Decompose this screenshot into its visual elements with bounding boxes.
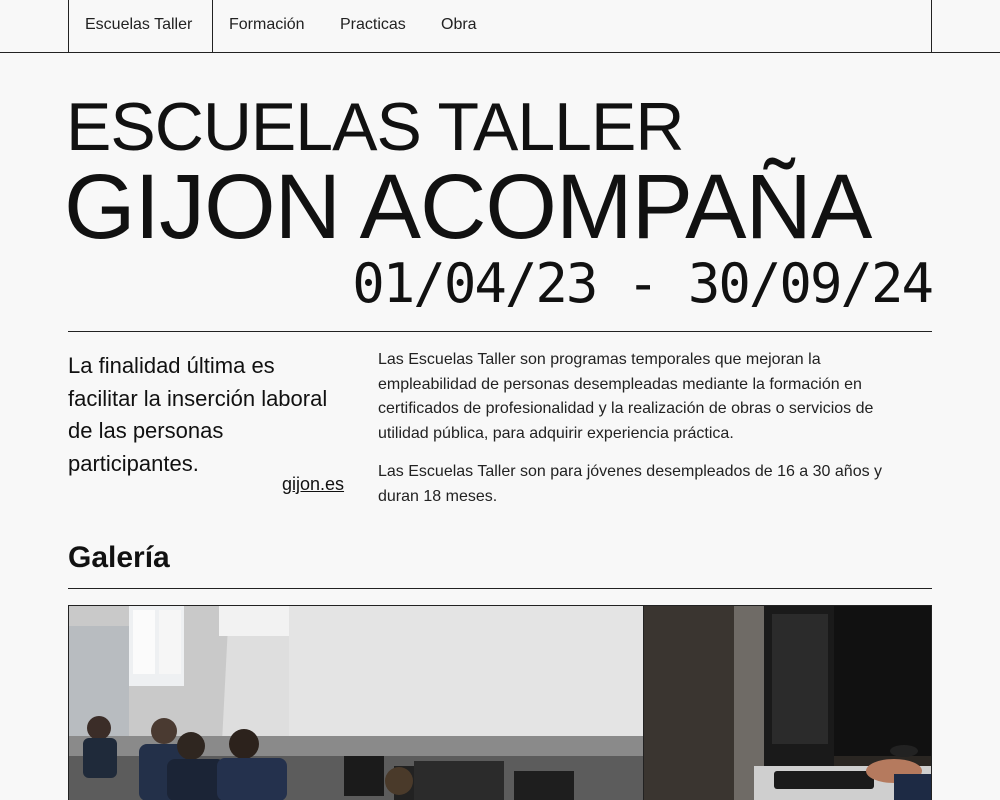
nav-divider xyxy=(212,0,213,52)
nav-divider xyxy=(68,0,69,52)
nav-divider xyxy=(931,0,932,52)
nav-item-formacion[interactable]: Formación xyxy=(229,16,305,34)
gallery xyxy=(68,605,932,800)
top-navigation: Escuelas Taller Formación Practicas Obra xyxy=(0,0,1000,53)
nav-item-obra[interactable]: Obra xyxy=(441,16,477,34)
hero-date-range: 01/04/23 - 30/09/24 xyxy=(352,252,934,315)
hero-title-line2: GIJON ACOMPAÑA xyxy=(64,156,872,258)
computer-photo-image xyxy=(644,606,931,800)
gallery-photo-computer[interactable] xyxy=(643,606,931,800)
intro-paragraph: Las Escuelas Taller son programas tempor… xyxy=(378,351,874,442)
gallery-title: Galería xyxy=(68,541,170,574)
intro-paragraph: Las Escuelas Taller son para jóvenes des… xyxy=(378,463,883,505)
nav-item-practicas[interactable]: Practicas xyxy=(340,16,406,34)
gallery-divider xyxy=(68,588,932,589)
classroom-photo-image xyxy=(69,606,643,800)
gallery-photo-classroom[interactable] xyxy=(69,606,643,800)
intro-quote: La finalidad última es facilitar la inse… xyxy=(68,353,328,476)
quote-source-link[interactable]: gijon.es xyxy=(282,474,344,495)
nav-item-escuelas-taller[interactable]: Escuelas Taller xyxy=(85,16,192,34)
section-divider xyxy=(68,331,932,332)
